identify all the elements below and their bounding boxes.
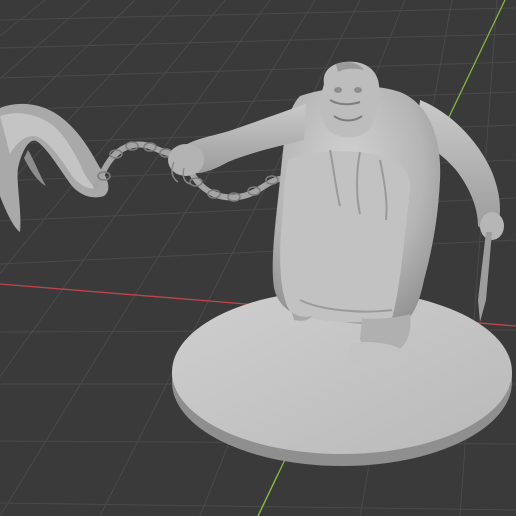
character-head [319,61,380,138]
viewport-scene [0,0,516,516]
3d-viewport[interactable] [0,0,516,516]
hook-creature-fragment [0,103,109,232]
